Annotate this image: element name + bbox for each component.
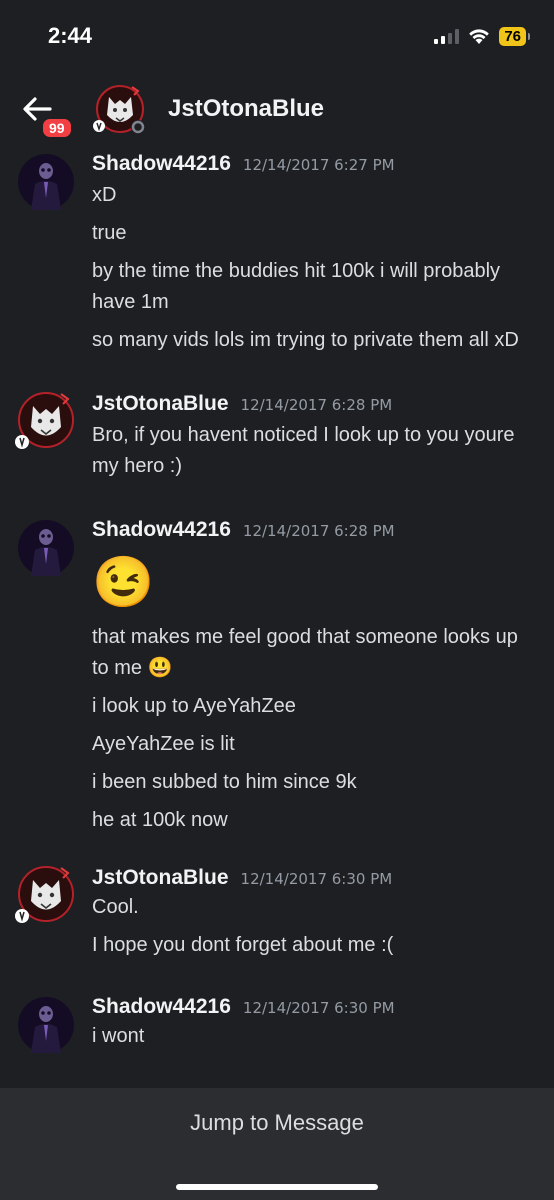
message-timestamp: 12/14/2017 6:27 PM xyxy=(242,156,395,174)
message-list[interactable]: Shadow44216 12/14/2017 6:27 PM xD true b… xyxy=(0,146,554,1088)
user-avatar-jstotonablue[interactable] xyxy=(15,392,74,449)
message-text[interactable]: i been subbed to him since 9k xyxy=(92,767,534,798)
message-text[interactable]: Bro, if you havent noticed I look up to … xyxy=(92,420,534,482)
message-group: JstOtonaBlue 12/14/2017 6:28 PM Bro, if … xyxy=(0,392,554,482)
message-username[interactable]: JstOtonaBlue xyxy=(92,392,229,416)
message-text[interactable]: i look up to AyeYahZee xyxy=(92,691,534,722)
channel-avatar[interactable] xyxy=(93,85,145,134)
message-text[interactable]: Cool. xyxy=(92,892,534,923)
message-text[interactable]: so many vids lols im trying to private t… xyxy=(92,325,534,356)
user-avatar-shadow44216[interactable] xyxy=(18,997,74,1053)
offline-status-icon xyxy=(131,120,145,134)
message-text[interactable]: he at 100k now xyxy=(92,805,534,836)
message-username[interactable]: Shadow44216 xyxy=(92,518,231,542)
message-group: Shadow44216 12/14/2017 6:28 PM 😉 that ma… xyxy=(0,518,554,836)
message-text[interactable]: I hope you dont forget about me :( xyxy=(92,930,534,961)
status-icons: 76 xyxy=(434,26,530,46)
cellular-signal-icon xyxy=(434,28,460,44)
message-username[interactable]: JstOtonaBlue xyxy=(92,866,229,890)
message-text[interactable]: xD xyxy=(92,180,534,211)
message-username[interactable]: Shadow44216 xyxy=(92,995,231,1019)
message-text[interactable]: by the time the buddies hit 100k i will … xyxy=(92,256,534,318)
status-time: 2:44 xyxy=(48,23,93,48)
message-timestamp: 12/14/2017 6:28 PM xyxy=(240,396,393,414)
message-group: Shadow44216 12/14/2017 6:30 PM i wont xyxy=(0,995,554,1053)
message-text[interactable]: that makes me feel good that someone loo… xyxy=(92,622,534,684)
message-timestamp: 12/14/2017 6:30 PM xyxy=(242,999,395,1017)
message-text[interactable]: AyeYahZee is lit xyxy=(92,729,534,760)
battery-icon: 76 xyxy=(499,26,530,46)
skull-avatar-icon xyxy=(18,154,74,210)
message-timestamp: 12/14/2017 6:28 PM xyxy=(242,522,395,540)
user-avatar-jstotonablue[interactable] xyxy=(15,866,74,923)
badge-icon xyxy=(15,909,29,923)
skull-avatar-icon xyxy=(18,520,74,576)
wifi-icon xyxy=(469,29,490,44)
message-group: Shadow44216 12/14/2017 6:27 PM xD true b… xyxy=(0,152,554,356)
home-indicator[interactable] xyxy=(176,1184,378,1190)
skull-avatar-icon xyxy=(18,997,74,1053)
wink-emoji-message[interactable]: 😉 xyxy=(92,552,534,612)
user-avatar-shadow44216[interactable] xyxy=(18,520,74,576)
unread-count-badge: 99 xyxy=(40,116,74,140)
badge-icon xyxy=(93,120,105,132)
user-avatar-shadow44216[interactable] xyxy=(18,154,74,210)
chat-header: 99 JstOtonaBlue xyxy=(0,72,554,146)
back-button[interactable]: 99 xyxy=(22,84,74,140)
badge-icon xyxy=(15,435,29,449)
message-group: JstOtonaBlue 12/14/2017 6:30 PM Cool. I … xyxy=(0,866,554,961)
message-username[interactable]: Shadow44216 xyxy=(92,152,231,176)
message-text[interactable]: true xyxy=(92,218,534,249)
message-text[interactable]: i wont xyxy=(92,1021,534,1052)
status-bar: 2:44 76 xyxy=(0,0,554,72)
channel-name[interactable]: JstOtonaBlue xyxy=(168,95,324,123)
message-timestamp: 12/14/2017 6:30 PM xyxy=(240,870,393,888)
